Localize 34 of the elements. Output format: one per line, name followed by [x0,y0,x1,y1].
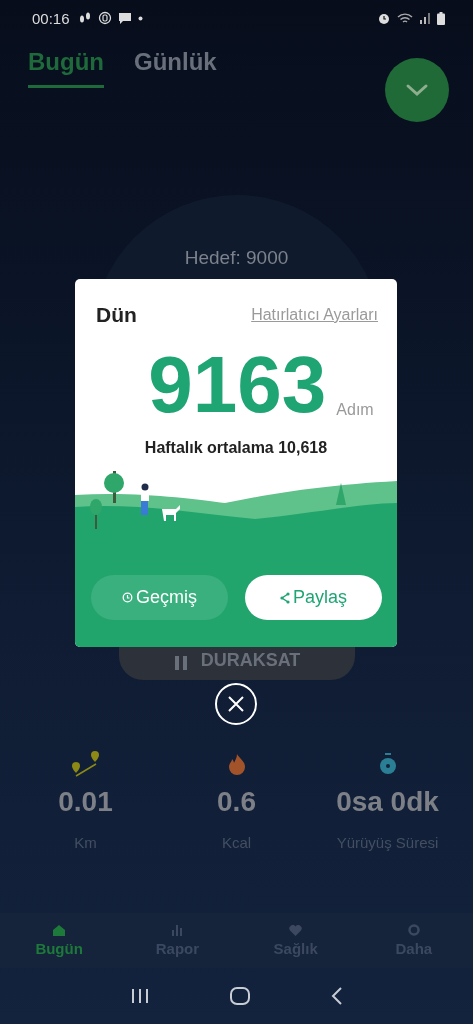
nav-item[interactable]: Bugün [0,913,119,968]
alarm-icon [377,11,391,25]
stat-value: 0.01 [58,786,113,818]
stat-value: 0sa 0dk [336,786,439,818]
dialog-title: Dün [96,303,137,327]
step-count: 9163 [148,345,327,425]
close-button[interactable] [215,683,257,725]
battery-icon [437,11,445,25]
route-pin-icon [69,750,102,778]
close-icon [227,695,245,713]
chevron-down-icon [405,83,429,97]
history-icon [122,592,133,603]
back-icon[interactable] [330,987,343,1005]
stat-value: 0.6 [217,786,256,818]
bar-chart-icon [171,924,184,936]
tab[interactable]: Bugün [28,48,104,88]
chat-icon [117,11,132,25]
history-button[interactable]: Geçmiş [91,575,228,620]
tab[interactable]: Günlük [134,48,217,88]
step-unit: Adım [336,401,374,419]
share-button[interactable]: Paylaş [245,575,382,620]
footprints-icon [77,11,92,25]
wifi-icon [397,11,413,25]
dot-icon [137,15,143,21]
weekly-average-text: Haftalık ortalama 10,618 [143,439,329,457]
reminder-settings-link[interactable]: Hatırlatıcı Ayarları [251,306,378,324]
share-icon [280,591,290,604]
status-time: 00:16 [32,9,70,27]
pause-icon [172,655,189,671]
heart-icon [289,924,303,936]
home-icon [53,924,66,936]
goal-text: Hedef: 9000 [184,247,289,270]
recent-apps-icon[interactable] [130,988,149,1004]
signal-icon [419,12,431,24]
